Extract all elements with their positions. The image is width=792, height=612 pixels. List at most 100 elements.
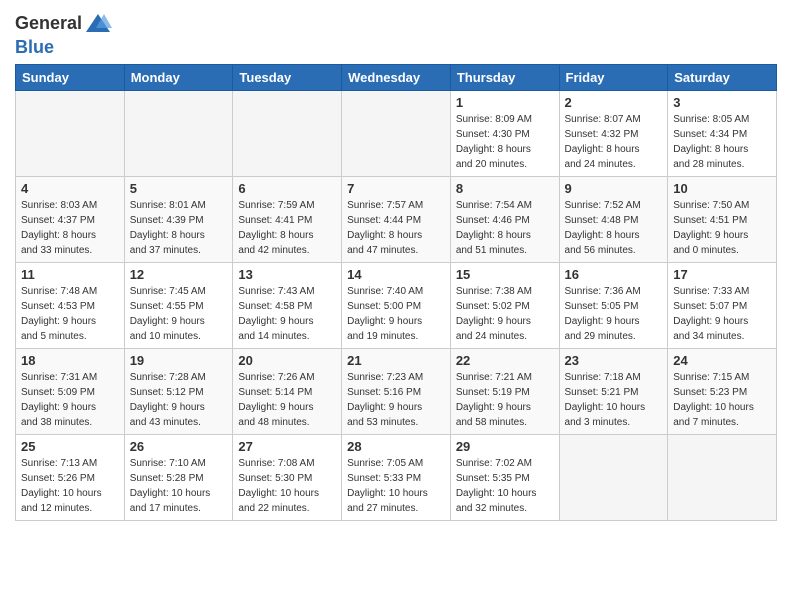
day-info: Sunrise: 7:57 AM Sunset: 4:44 PM Dayligh… — [347, 198, 445, 258]
weekday-header: Saturday — [668, 65, 777, 91]
day-number: 13 — [238, 267, 336, 282]
day-number: 26 — [130, 439, 228, 454]
calendar-cell: 16Sunrise: 7:36 AM Sunset: 5:05 PM Dayli… — [559, 263, 668, 349]
day-info: Sunrise: 7:28 AM Sunset: 5:12 PM Dayligh… — [130, 370, 228, 430]
day-info: Sunrise: 7:13 AM Sunset: 5:26 PM Dayligh… — [21, 456, 119, 516]
main-container: General Blue SundayMondayTuesdayWednesda… — [0, 0, 792, 526]
header: General Blue — [15, 10, 777, 56]
day-number: 1 — [456, 95, 554, 110]
day-number: 10 — [673, 181, 771, 196]
weekday-header: Sunday — [16, 65, 125, 91]
calendar-cell: 22Sunrise: 7:21 AM Sunset: 5:19 PM Dayli… — [450, 349, 559, 435]
day-number: 14 — [347, 267, 445, 282]
day-info: Sunrise: 7:40 AM Sunset: 5:00 PM Dayligh… — [347, 284, 445, 344]
day-number: 17 — [673, 267, 771, 282]
day-info: Sunrise: 7:23 AM Sunset: 5:16 PM Dayligh… — [347, 370, 445, 430]
day-info: Sunrise: 7:08 AM Sunset: 5:30 PM Dayligh… — [238, 456, 336, 516]
day-info: Sunrise: 7:05 AM Sunset: 5:33 PM Dayligh… — [347, 456, 445, 516]
calendar-cell: 1 Sunrise: 8:09 AM Sunset: 4:30 PM Daylig… — [450, 91, 559, 177]
day-info: Sunrise: 7:33 AM Sunset: 5:07 PM Dayligh… — [673, 284, 771, 344]
calendar-cell: 28 Sunrise: 7:05 AM Sunset: 5:33 PM Dayli… — [342, 435, 451, 521]
logo-text: General — [15, 13, 82, 35]
weekday-header: Thursday — [450, 65, 559, 91]
day-number: 9 — [565, 181, 663, 196]
calendar-cell: 6Sunrise: 7:59 AM Sunset: 4:41 PM Daylig… — [233, 177, 342, 263]
day-number: 3 — [673, 95, 771, 110]
calendar-cell: 7 Sunrise: 7:57 AM Sunset: 4:44 PM Daylig… — [342, 177, 451, 263]
day-info: Sunrise: 7:38 AM Sunset: 5:02 PM Dayligh… — [456, 284, 554, 344]
day-number: 15 — [456, 267, 554, 282]
day-info: Sunrise: 7:52 AM Sunset: 4:48 PM Dayligh… — [565, 198, 663, 258]
calendar-cell: 13Sunrise: 7:43 AM Sunset: 4:58 PM Dayli… — [233, 263, 342, 349]
calendar-cell: 29 Sunrise: 7:02 AM Sunset: 5:35 PM Dayli… — [450, 435, 559, 521]
day-number: 27 — [238, 439, 336, 454]
day-info: Sunrise: 7:18 AM Sunset: 5:21 PM Dayligh… — [565, 370, 663, 430]
day-info: Sunrise: 7:54 AM Sunset: 4:46 PM Dayligh… — [456, 198, 554, 258]
calendar-week-row: 18Sunrise: 7:31 AM Sunset: 5:09 PM Dayli… — [16, 349, 777, 435]
calendar-cell — [559, 435, 668, 521]
day-info: Sunrise: 7:10 AM Sunset: 5:28 PM Dayligh… — [130, 456, 228, 516]
day-info: Sunrise: 7:21 AM Sunset: 5:19 PM Dayligh… — [456, 370, 554, 430]
calendar-cell: 27 Sunrise: 7:08 AM Sunset: 5:30 PM Dayli… — [233, 435, 342, 521]
calendar-cell: 20 Sunrise: 7:26 AM Sunset: 5:14 PM Dayli… — [233, 349, 342, 435]
day-info: Sunrise: 7:45 AM Sunset: 4:55 PM Dayligh… — [130, 284, 228, 344]
day-number: 6 — [238, 181, 336, 196]
day-info: Sunrise: 7:02 AM Sunset: 5:35 PM Dayligh… — [456, 456, 554, 516]
logo: General Blue — [15, 10, 112, 56]
day-number: 12 — [130, 267, 228, 282]
calendar-cell: 19Sunrise: 7:28 AM Sunset: 5:12 PM Dayli… — [124, 349, 233, 435]
day-number: 23 — [565, 353, 663, 368]
calendar-cell — [233, 91, 342, 177]
calendar-cell: 25 Sunrise: 7:13 AM Sunset: 5:26 PM Dayli… — [16, 435, 125, 521]
day-info: Sunrise: 8:05 AM Sunset: 4:34 PM Dayligh… — [673, 112, 771, 172]
day-number: 5 — [130, 181, 228, 196]
day-number: 18 — [21, 353, 119, 368]
calendar-cell — [124, 91, 233, 177]
calendar-table: SundayMondayTuesdayWednesdayThursdayFrid… — [15, 64, 777, 521]
day-number: 7 — [347, 181, 445, 196]
calendar-cell: 15 Sunrise: 7:38 AM Sunset: 5:02 PM Dayli… — [450, 263, 559, 349]
logo-icon — [84, 10, 112, 38]
day-number: 25 — [21, 439, 119, 454]
day-info: Sunrise: 7:26 AM Sunset: 5:14 PM Dayligh… — [238, 370, 336, 430]
day-number: 16 — [565, 267, 663, 282]
calendar-cell — [342, 91, 451, 177]
day-info: Sunrise: 7:48 AM Sunset: 4:53 PM Dayligh… — [21, 284, 119, 344]
calendar-cell: 4Sunrise: 8:03 AM Sunset: 4:37 PM Daylig… — [16, 177, 125, 263]
logo-general: General — [15, 13, 82, 33]
calendar-cell: 11 Sunrise: 7:48 AM Sunset: 4:53 PM Dayli… — [16, 263, 125, 349]
day-number: 29 — [456, 439, 554, 454]
calendar-week-row: 1 Sunrise: 8:09 AM Sunset: 4:30 PM Daylig… — [16, 91, 777, 177]
calendar-week-row: 25 Sunrise: 7:13 AM Sunset: 5:26 PM Dayli… — [16, 435, 777, 521]
day-info: Sunrise: 7:15 AM Sunset: 5:23 PM Dayligh… — [673, 370, 771, 430]
weekday-header: Monday — [124, 65, 233, 91]
weekday-header: Wednesday — [342, 65, 451, 91]
weekday-header: Friday — [559, 65, 668, 91]
calendar-cell: 12 Sunrise: 7:45 AM Sunset: 4:55 PM Dayli… — [124, 263, 233, 349]
day-info: Sunrise: 8:03 AM Sunset: 4:37 PM Dayligh… — [21, 198, 119, 258]
calendar-cell: 3 Sunrise: 8:05 AM Sunset: 4:34 PM Daylig… — [668, 91, 777, 177]
day-info: Sunrise: 8:07 AM Sunset: 4:32 PM Dayligh… — [565, 112, 663, 172]
calendar-header-row: SundayMondayTuesdayWednesdayThursdayFrid… — [16, 65, 777, 91]
calendar-cell: 21 Sunrise: 7:23 AM Sunset: 5:16 PM Dayli… — [342, 349, 451, 435]
day-info: Sunrise: 8:01 AM Sunset: 4:39 PM Dayligh… — [130, 198, 228, 258]
calendar-cell: 26 Sunrise: 7:10 AM Sunset: 5:28 PM Dayli… — [124, 435, 233, 521]
calendar-cell: 9 Sunrise: 7:52 AM Sunset: 4:48 PM Daylig… — [559, 177, 668, 263]
day-info: Sunrise: 8:09 AM Sunset: 4:30 PM Dayligh… — [456, 112, 554, 172]
day-number: 11 — [21, 267, 119, 282]
day-info: Sunrise: 7:50 AM Sunset: 4:51 PM Dayligh… — [673, 198, 771, 258]
day-number: 20 — [238, 353, 336, 368]
day-number: 28 — [347, 439, 445, 454]
calendar-cell: 17 Sunrise: 7:33 AM Sunset: 5:07 PM Dayli… — [668, 263, 777, 349]
calendar-cell: 10 Sunrise: 7:50 AM Sunset: 4:51 PM Dayli… — [668, 177, 777, 263]
calendar-cell: 23 Sunrise: 7:18 AM Sunset: 5:21 PM Dayli… — [559, 349, 668, 435]
logo-blue: Blue — [15, 38, 112, 56]
day-number: 24 — [673, 353, 771, 368]
day-number: 21 — [347, 353, 445, 368]
day-number: 2 — [565, 95, 663, 110]
calendar-week-row: 4Sunrise: 8:03 AM Sunset: 4:37 PM Daylig… — [16, 177, 777, 263]
calendar-cell: 24 Sunrise: 7:15 AM Sunset: 5:23 PM Dayli… — [668, 349, 777, 435]
calendar-cell: 14 Sunrise: 7:40 AM Sunset: 5:00 PM Dayli… — [342, 263, 451, 349]
calendar-cell: 2 Sunrise: 8:07 AM Sunset: 4:32 PM Daylig… — [559, 91, 668, 177]
calendar-cell — [668, 435, 777, 521]
